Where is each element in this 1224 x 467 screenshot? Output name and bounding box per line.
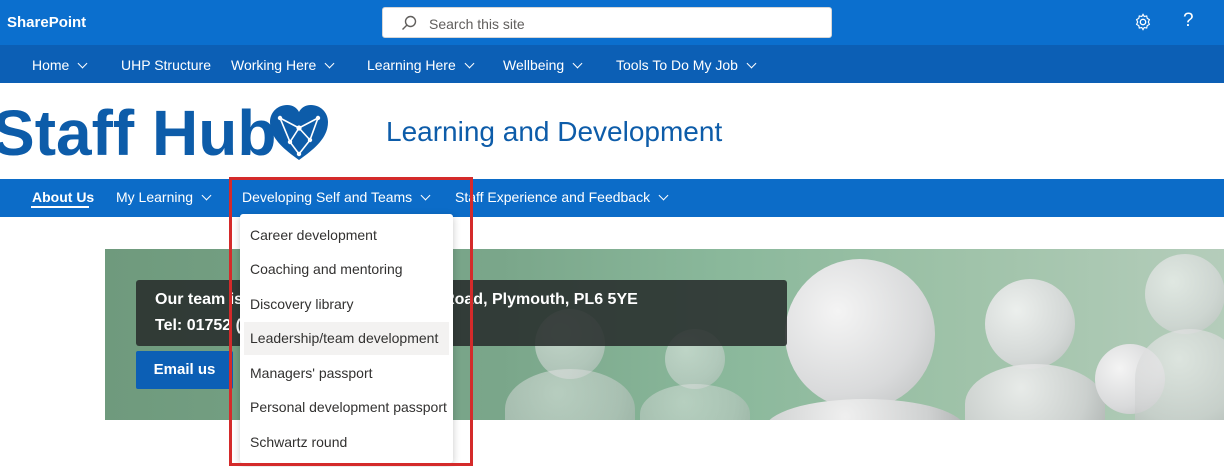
menu-item-personal-development-passport[interactable]: Personal development passport [244, 391, 449, 424]
site-nav-about-us[interactable]: About Us [32, 189, 94, 205]
hub-nav-working-here[interactable]: Working Here [231, 57, 335, 73]
chevron-down-icon [746, 58, 757, 69]
site-navigation: About Us My Learning Developing Self and… [0, 179, 1224, 217]
developing-self-dropdown-menu: Career development Coaching and mentorin… [240, 214, 453, 463]
chevron-down-icon [201, 190, 212, 201]
menu-item-managers-passport[interactable]: Managers' passport [244, 357, 449, 390]
chevron-down-icon [658, 190, 669, 201]
email-us-button[interactable]: Email us [136, 351, 233, 389]
site-nav-developing-self-and-teams[interactable]: Developing Self and Teams [242, 189, 431, 205]
chevron-down-icon [420, 190, 431, 201]
chevron-down-icon [324, 58, 335, 69]
contact-info-box: Our team is based at 2nd Floor, Brest Ro… [136, 280, 787, 346]
site-nav-staff-experience[interactable]: Staff Experience and Feedback [455, 189, 669, 205]
hub-nav-home[interactable]: Home [32, 57, 88, 73]
menu-item-schwartz-round[interactable]: Schwartz round [244, 426, 449, 459]
active-nav-underline [31, 206, 89, 208]
hub-nav-learning-here[interactable]: Learning Here [367, 57, 475, 73]
chevron-down-icon [464, 58, 475, 69]
hub-navigation: Home UHP Structure Working Here Learning… [0, 45, 1224, 83]
search-input[interactable]: Search this site [429, 16, 525, 32]
menu-item-coaching-and-mentoring[interactable]: Coaching and mentoring [244, 253, 449, 286]
gear-icon[interactable] [1134, 13, 1152, 31]
hub-nav-wellbeing[interactable]: Wellbeing [503, 57, 583, 73]
menu-item-career-development[interactable]: Career development [244, 219, 449, 252]
suite-bar: SharePoint Search this site ? [0, 0, 1224, 45]
site-title[interactable]: Learning and Development [386, 116, 722, 148]
sharepoint-brand-link[interactable]: SharePoint [7, 14, 86, 31]
menu-item-discovery-library[interactable]: Discovery library [244, 288, 449, 321]
heart-network-icon [270, 105, 328, 160]
hub-nav-uhp-structure[interactable]: UHP Structure [121, 57, 211, 73]
menu-item-leadership-team-development[interactable]: Leadership/team development [244, 322, 449, 355]
chevron-down-icon [77, 58, 88, 69]
site-logo-text[interactable]: Staff Hub [0, 96, 276, 170]
hub-nav-tools[interactable]: Tools To Do My Job [616, 57, 757, 73]
search-box[interactable]: Search this site [382, 7, 832, 38]
help-button[interactable]: ? [1183, 10, 1194, 32]
search-icon [402, 15, 417, 30]
site-nav-my-learning[interactable]: My Learning [116, 189, 212, 205]
chevron-down-icon [572, 58, 583, 69]
